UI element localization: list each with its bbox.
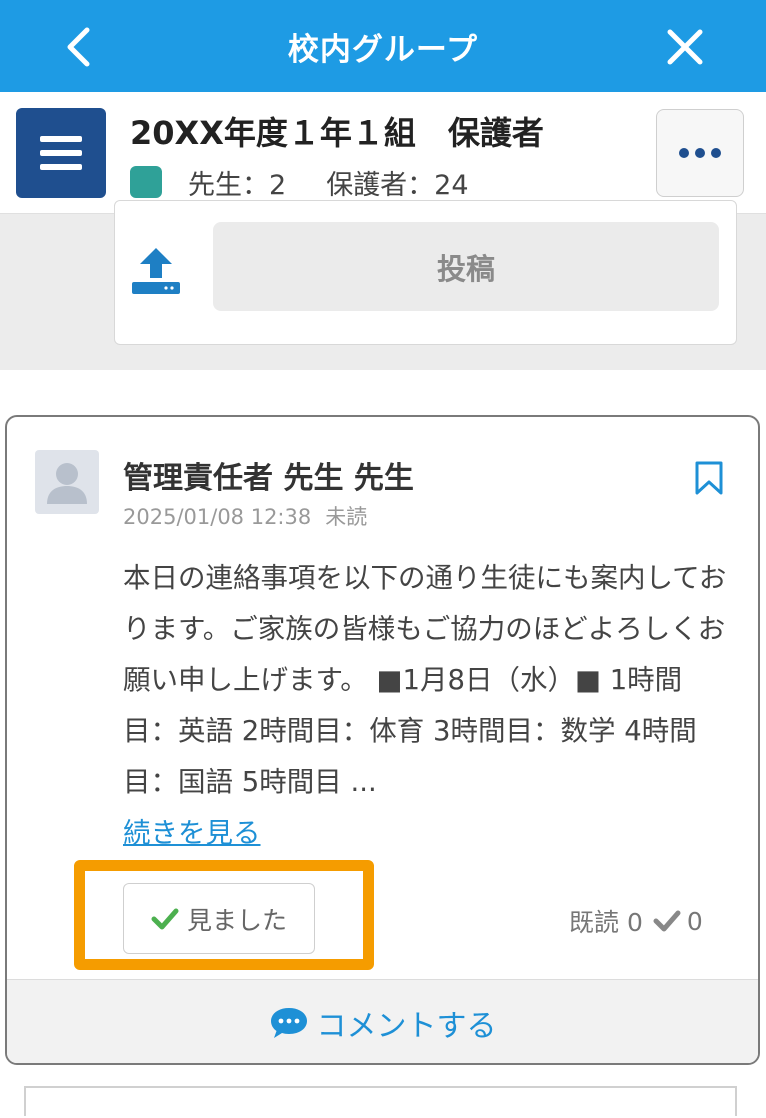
check-icon bbox=[151, 908, 179, 929]
more-dots-icon bbox=[679, 148, 689, 158]
read-count: 既読 0 bbox=[569, 908, 643, 937]
upload-icon[interactable] bbox=[130, 246, 182, 296]
seen-label: 見ました bbox=[186, 905, 287, 935]
close-icon[interactable] bbox=[660, 22, 710, 72]
post-author: 管理責任者 先生 先生 bbox=[123, 461, 414, 496]
post-body: 本日の連絡事項を以下の通り生徒にも案内しております。ご家族の皆様もご協力のほどよ… bbox=[123, 562, 727, 798]
hamburger-menu-button[interactable] bbox=[16, 108, 106, 198]
comment-label: コメントする bbox=[316, 1008, 497, 1044]
bookmark-icon[interactable] bbox=[694, 460, 724, 496]
guardian-count: 保護者：24 bbox=[326, 169, 469, 201]
post-button[interactable]: 投稿 bbox=[213, 222, 719, 311]
teacher-count: 先生：2 bbox=[188, 169, 287, 201]
group-color-badge bbox=[130, 166, 162, 198]
page-title: 校内グループ bbox=[287, 32, 479, 68]
read-status: 未読 bbox=[325, 505, 368, 529]
more-options-button[interactable] bbox=[656, 109, 744, 197]
read-counts: 既読 0 0 bbox=[569, 903, 703, 939]
member-counts: 先生：2 保護者：24 bbox=[130, 164, 469, 201]
seen-button[interactable]: 見ました bbox=[123, 883, 315, 954]
check-icon bbox=[653, 910, 681, 932]
user-icon bbox=[47, 463, 87, 504]
top-bar: 校内グループ bbox=[0, 0, 766, 92]
seen-count: 0 bbox=[686, 906, 703, 936]
post-date: 2025/01/08 12:38 bbox=[123, 505, 312, 529]
next-post-card bbox=[24, 1086, 737, 1116]
hamburger-menu-icon bbox=[40, 136, 82, 142]
group-header: 20XX年度１年１組 保護者 先生：2 保護者：24 bbox=[0, 92, 766, 214]
comment-button[interactable]: コメントする bbox=[7, 979, 758, 1063]
comment-icon bbox=[270, 1007, 307, 1038]
post-meta: 2025/01/08 12:38 未読 bbox=[123, 501, 367, 531]
avatar bbox=[35, 450, 99, 514]
group-name: 20XX年度１年１組 保護者 bbox=[130, 114, 544, 152]
post-card: 管理責任者 先生 先生 2025/01/08 12:38 未読 本日の連絡事項を以… bbox=[5, 415, 760, 1065]
read-more-link[interactable]: 続きを見る bbox=[123, 810, 261, 850]
